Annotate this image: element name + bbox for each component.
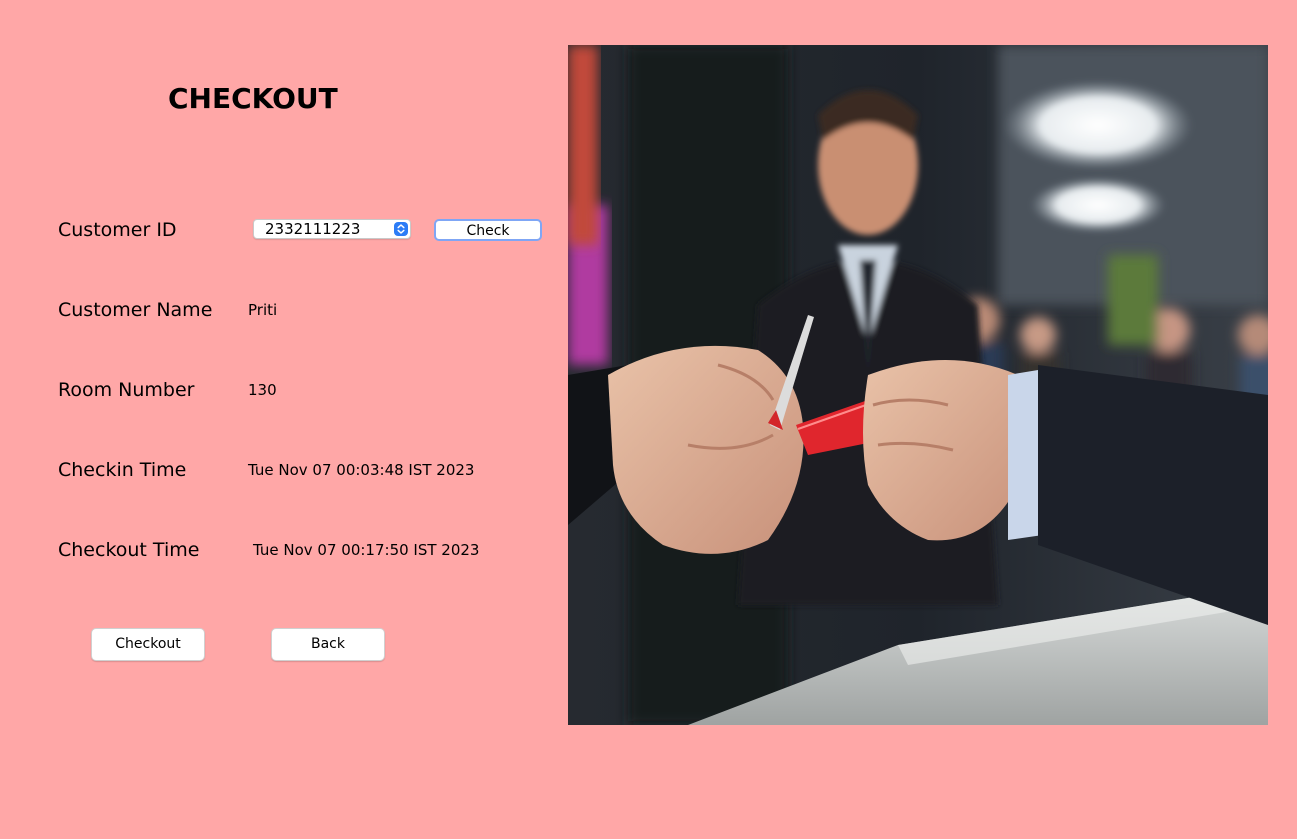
checkout-window: CHECKOUT Customer ID 2332111223 Check Cu…: [0, 0, 1297, 839]
customer-id-selected-value: 2332111223: [265, 220, 361, 238]
hotel-reception-photo: [568, 45, 1268, 725]
checkin-time-value: Tue Nov 07 00:03:48 IST 2023: [248, 461, 475, 479]
checkout-button[interactable]: Checkout: [91, 628, 205, 661]
customer-id-select[interactable]: 2332111223: [253, 219, 411, 239]
chevron-updown-icon: [394, 222, 408, 236]
room-number-label: Room Number: [58, 379, 195, 401]
checkout-time-label: Checkout Time: [58, 539, 200, 561]
back-button[interactable]: Back: [271, 628, 385, 661]
customer-id-label: Customer ID: [58, 219, 177, 241]
room-number-value: 130: [248, 381, 277, 399]
check-button[interactable]: Check: [434, 219, 542, 241]
customer-name-value: Priti: [248, 301, 278, 319]
checkin-time-label: Checkin Time: [58, 459, 187, 481]
page-title: CHECKOUT: [168, 82, 338, 115]
customer-name-label: Customer Name: [58, 299, 213, 321]
checkout-time-value: Tue Nov 07 00:17:50 IST 2023: [253, 541, 480, 559]
